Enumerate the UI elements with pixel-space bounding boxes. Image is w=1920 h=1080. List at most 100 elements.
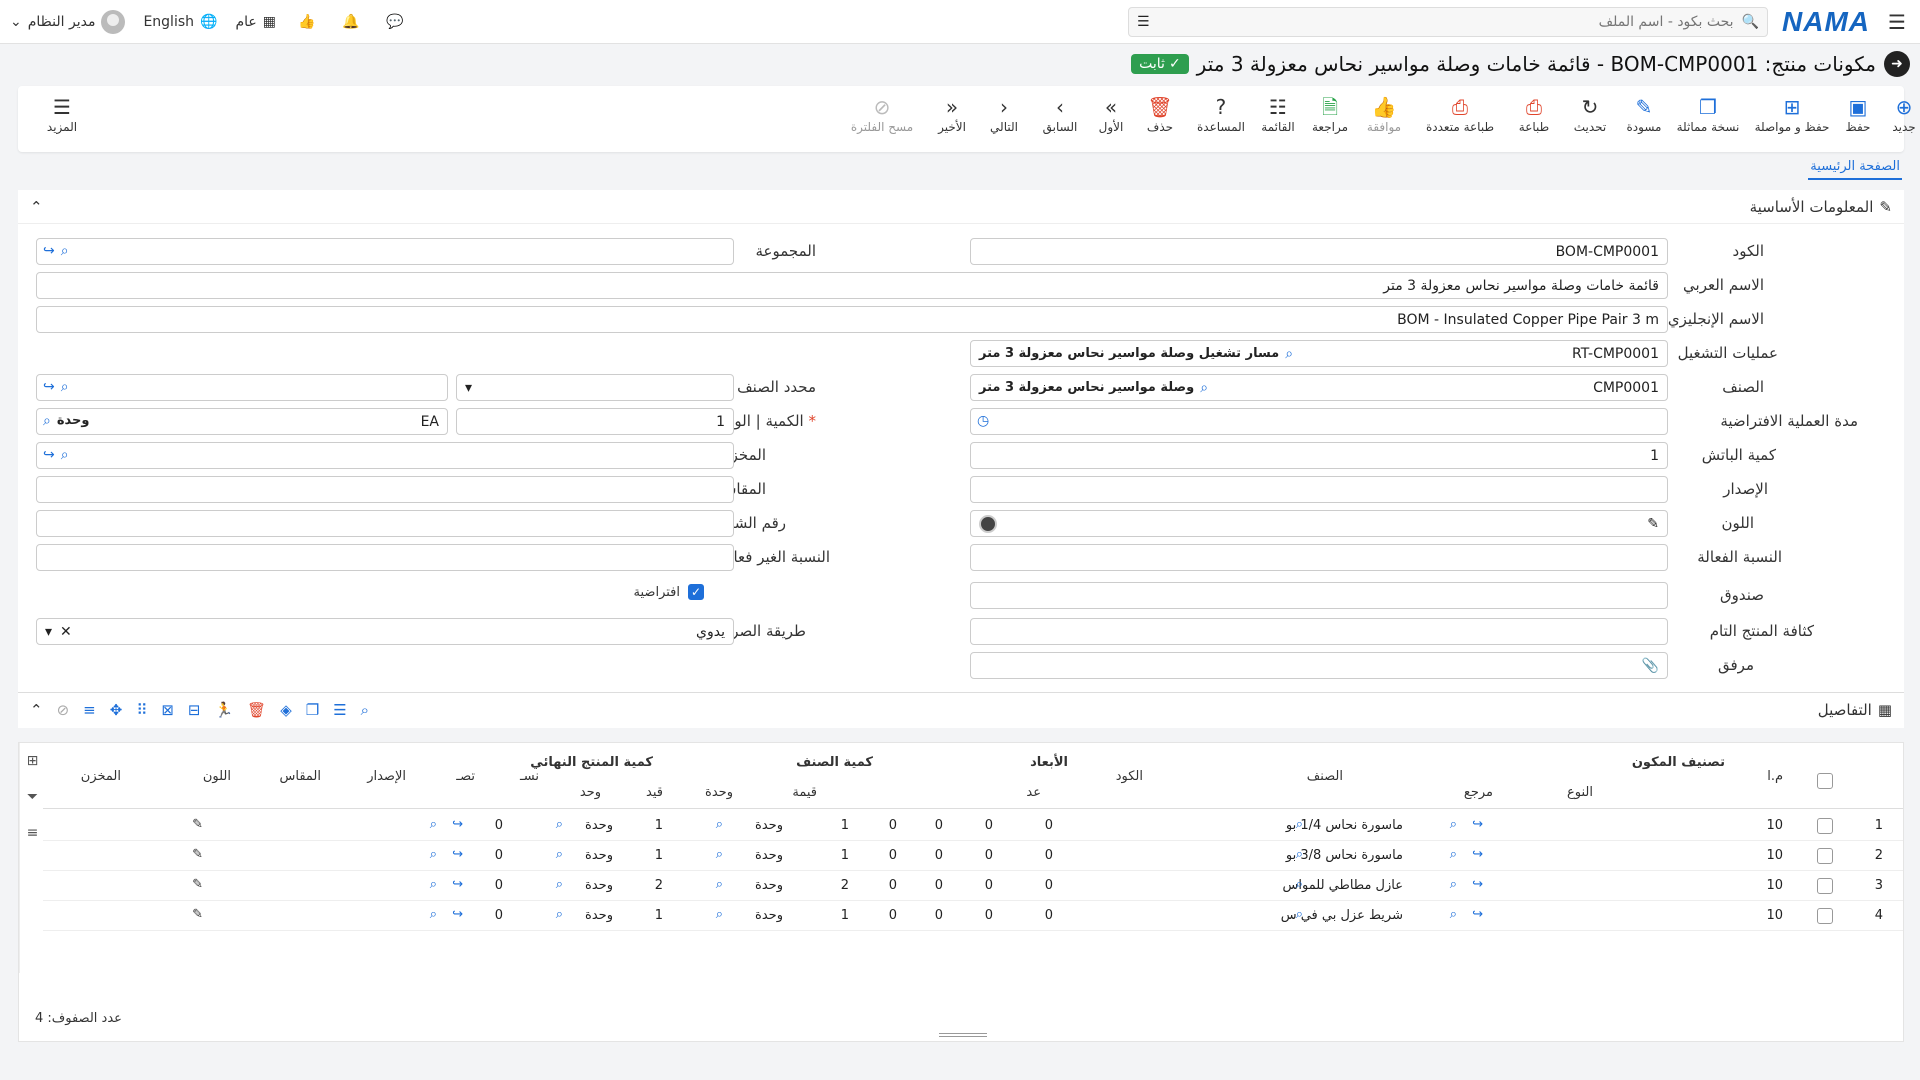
clock-icon[interactable]: ◷ — [977, 413, 989, 429]
tab-main[interactable]: الصفحة الرئيسية — [1808, 159, 1902, 180]
search-input[interactable] — [1157, 13, 1734, 30]
save-button[interactable]: ▣ حفظ — [1846, 94, 1871, 134]
lookup-icon[interactable]: ⌕ — [430, 907, 437, 922]
lookup-icon[interactable]: ⌕ — [61, 243, 69, 259]
unit-field[interactable]: EA ⌕ وحدة — [36, 408, 448, 435]
lookup-icon[interactable]: ⌕ — [556, 847, 563, 862]
run-icon[interactable]: 🏃 — [214, 701, 233, 719]
close-icon[interactable]: ✕ — [60, 624, 72, 640]
filter-icon[interactable]: ☰ — [1137, 14, 1150, 30]
effective-ratio-field[interactable] — [970, 544, 1668, 571]
eyedropper-icon[interactable]: ✎ — [192, 907, 203, 922]
col-color[interactable]: اللون — [203, 769, 231, 784]
lookup-icon[interactable]: ⌕ — [61, 379, 69, 395]
language-switch[interactable]: English 🌐 — [143, 14, 217, 30]
col-ref[interactable]: مرجع — [1464, 785, 1493, 800]
table-row[interactable]: 1 10 ماسورة نحاس 1/4 بو 0 0 0 0 1 وحدة 1 وحدة 0 ↪ ⌕ ⌕ ⌕… — [43, 811, 1903, 841]
color-field[interactable]: ✎ — [970, 510, 1668, 537]
eyedropper-icon[interactable]: ✎ — [192, 847, 203, 862]
lookup-icon[interactable]: ⌕ — [1450, 847, 1457, 862]
lookup-icon[interactable]: ⌕ — [430, 817, 437, 832]
lookup-icon[interactable]: ⌕ — [430, 877, 437, 892]
operations-field[interactable]: ⌕ مسار تشغيل وصلة مواسير نحاس معزولة 3 مت… — [970, 340, 1668, 367]
chat-icon[interactable]: 💬 — [382, 9, 408, 35]
clear-filter-button[interactable]: ⊘ مسح الفلترة — [851, 94, 913, 134]
table-settings-icon[interactable]: ⊞ — [27, 753, 39, 769]
lookup-icon[interactable]: ⌕ — [716, 907, 723, 922]
lookup-icon[interactable]: ⌕ — [1450, 817, 1457, 832]
item-spec-lookup[interactable]: ↪ ⌕ — [36, 374, 448, 401]
shipment-field[interactable] — [36, 510, 734, 537]
density-field[interactable] — [970, 618, 1668, 645]
review-button[interactable]: 🗎 مراجعة — [1312, 94, 1348, 134]
size-field[interactable] — [36, 476, 734, 503]
share-icon[interactable]: ↪ — [452, 847, 463, 862]
box-field[interactable] — [970, 582, 1668, 609]
layers-icon[interactable]: ◈ — [280, 701, 292, 719]
share-icon[interactable]: ↪ — [452, 877, 463, 892]
table-row[interactable]: 3 10 عازل مطاطي للمواس 0 0 0 0 2 وحدة 2 وحدة 0 ↪ ⌕ ⌕ ⌕ ⌕… — [43, 871, 1903, 901]
filter-off-icon[interactable]: ⊘ — [57, 701, 70, 719]
item-spec-select[interactable]: ▾ — [456, 374, 734, 401]
refresh-button[interactable]: ↻ تحديث — [1574, 94, 1607, 134]
multi-print-button[interactable]: ⎙ طباعة متعددة — [1426, 94, 1494, 134]
share-icon[interactable]: ↪ — [43, 243, 55, 259]
check-icon[interactable]: ✓ — [688, 584, 704, 600]
user-menu[interactable]: ⌄ مدير النظام — [10, 9, 126, 34]
issue-method-select[interactable]: ▾ ✕ يدوي — [36, 618, 734, 645]
resize-handle[interactable] — [939, 1033, 987, 1037]
more-button[interactable]: ☰ المزيد — [47, 94, 77, 134]
select-all-checkbox[interactable] — [1817, 773, 1833, 789]
col-dispose[interactable]: تصـ — [456, 769, 475, 784]
share-icon[interactable]: ↪ — [43, 379, 55, 395]
col-warehouse[interactable]: المخزن — [81, 769, 121, 784]
copy-button[interactable]: ❐ نسخة مماثلة — [1677, 94, 1740, 134]
col-ratio[interactable]: نسـ — [520, 769, 539, 784]
lookup-icon[interactable]: ⌕ — [61, 447, 69, 463]
table-icon[interactable]: ⊟ — [188, 701, 201, 719]
lookup-icon[interactable]: ⌕ — [1296, 847, 1303, 862]
search-lines-icon[interactable]: ⌕ — [361, 701, 369, 719]
new-button[interactable]: ⊕ جديد — [1892, 94, 1915, 134]
version-field[interactable] — [970, 476, 1668, 503]
basic-info-header[interactable]: ✎ المعلومات الأساسية ⌃ — [18, 190, 1904, 224]
col-unit[interactable]: وحدة — [705, 785, 733, 800]
batch-field[interactable]: 1 — [970, 442, 1668, 469]
col-version[interactable]: الإصدار — [367, 769, 406, 784]
row-checkbox[interactable] — [1817, 848, 1833, 864]
lookup-icon[interactable]: ⌕ — [43, 413, 51, 429]
paperclip-icon[interactable]: 📎 — [1642, 658, 1659, 674]
first-button[interactable]: » الأول — [1099, 94, 1124, 134]
english-name-field[interactable]: BOM - Insulated Copper Pipe Pair 3 m — [36, 306, 1668, 333]
lookup-icon[interactable]: ⌕ — [1450, 907, 1457, 922]
col-count[interactable]: عد — [1026, 785, 1041, 800]
warehouse-field[interactable]: ↪ ⌕ — [36, 442, 734, 469]
default-checkbox[interactable]: ✓ افتراضية — [634, 584, 704, 600]
list-plus-icon[interactable]: ☰ — [333, 701, 346, 719]
help-button[interactable]: ? المساعدة — [1197, 94, 1245, 134]
lookup-icon[interactable]: ⌕ — [716, 817, 723, 832]
share-icon[interactable]: ↪ — [43, 447, 55, 463]
eyedropper-icon[interactable]: ✎ — [1647, 516, 1659, 532]
share-icon[interactable]: ↪ — [1472, 877, 1483, 892]
col-size[interactable]: المقاس — [280, 769, 322, 784]
lookup-icon[interactable]: ⌕ — [1296, 907, 1303, 922]
lookup-icon[interactable]: ⌕ — [1200, 380, 1208, 396]
lookup-icon[interactable]: ⌕ — [716, 877, 723, 892]
row-checkbox[interactable] — [1817, 878, 1833, 894]
scope-switch[interactable]: عام ▦ — [235, 14, 276, 30]
last-button[interactable]: «الأخير — [938, 94, 966, 134]
delete-button[interactable]: 🗑 حذف — [1147, 94, 1173, 134]
col-value[interactable]: قيمة — [792, 785, 817, 800]
share-icon[interactable]: ↪ — [1472, 817, 1483, 832]
approve-button[interactable]: 👍 موافقة — [1367, 94, 1401, 134]
copy-icon[interactable]: ❐ — [306, 701, 319, 719]
filter-icon[interactable]: ⏷ — [27, 789, 38, 805]
bell-icon[interactable]: 🔔 — [338, 9, 364, 35]
qty-field[interactable]: 1 — [456, 408, 734, 435]
lookup-icon[interactable]: ⌕ — [1450, 877, 1457, 892]
share-icon[interactable]: ↪ — [452, 907, 463, 922]
code-field[interactable]: BOM-CMP0001 — [970, 238, 1668, 265]
group-field[interactable]: ↪ ⌕ — [36, 238, 734, 265]
share-icon[interactable]: ↪ — [452, 817, 463, 832]
